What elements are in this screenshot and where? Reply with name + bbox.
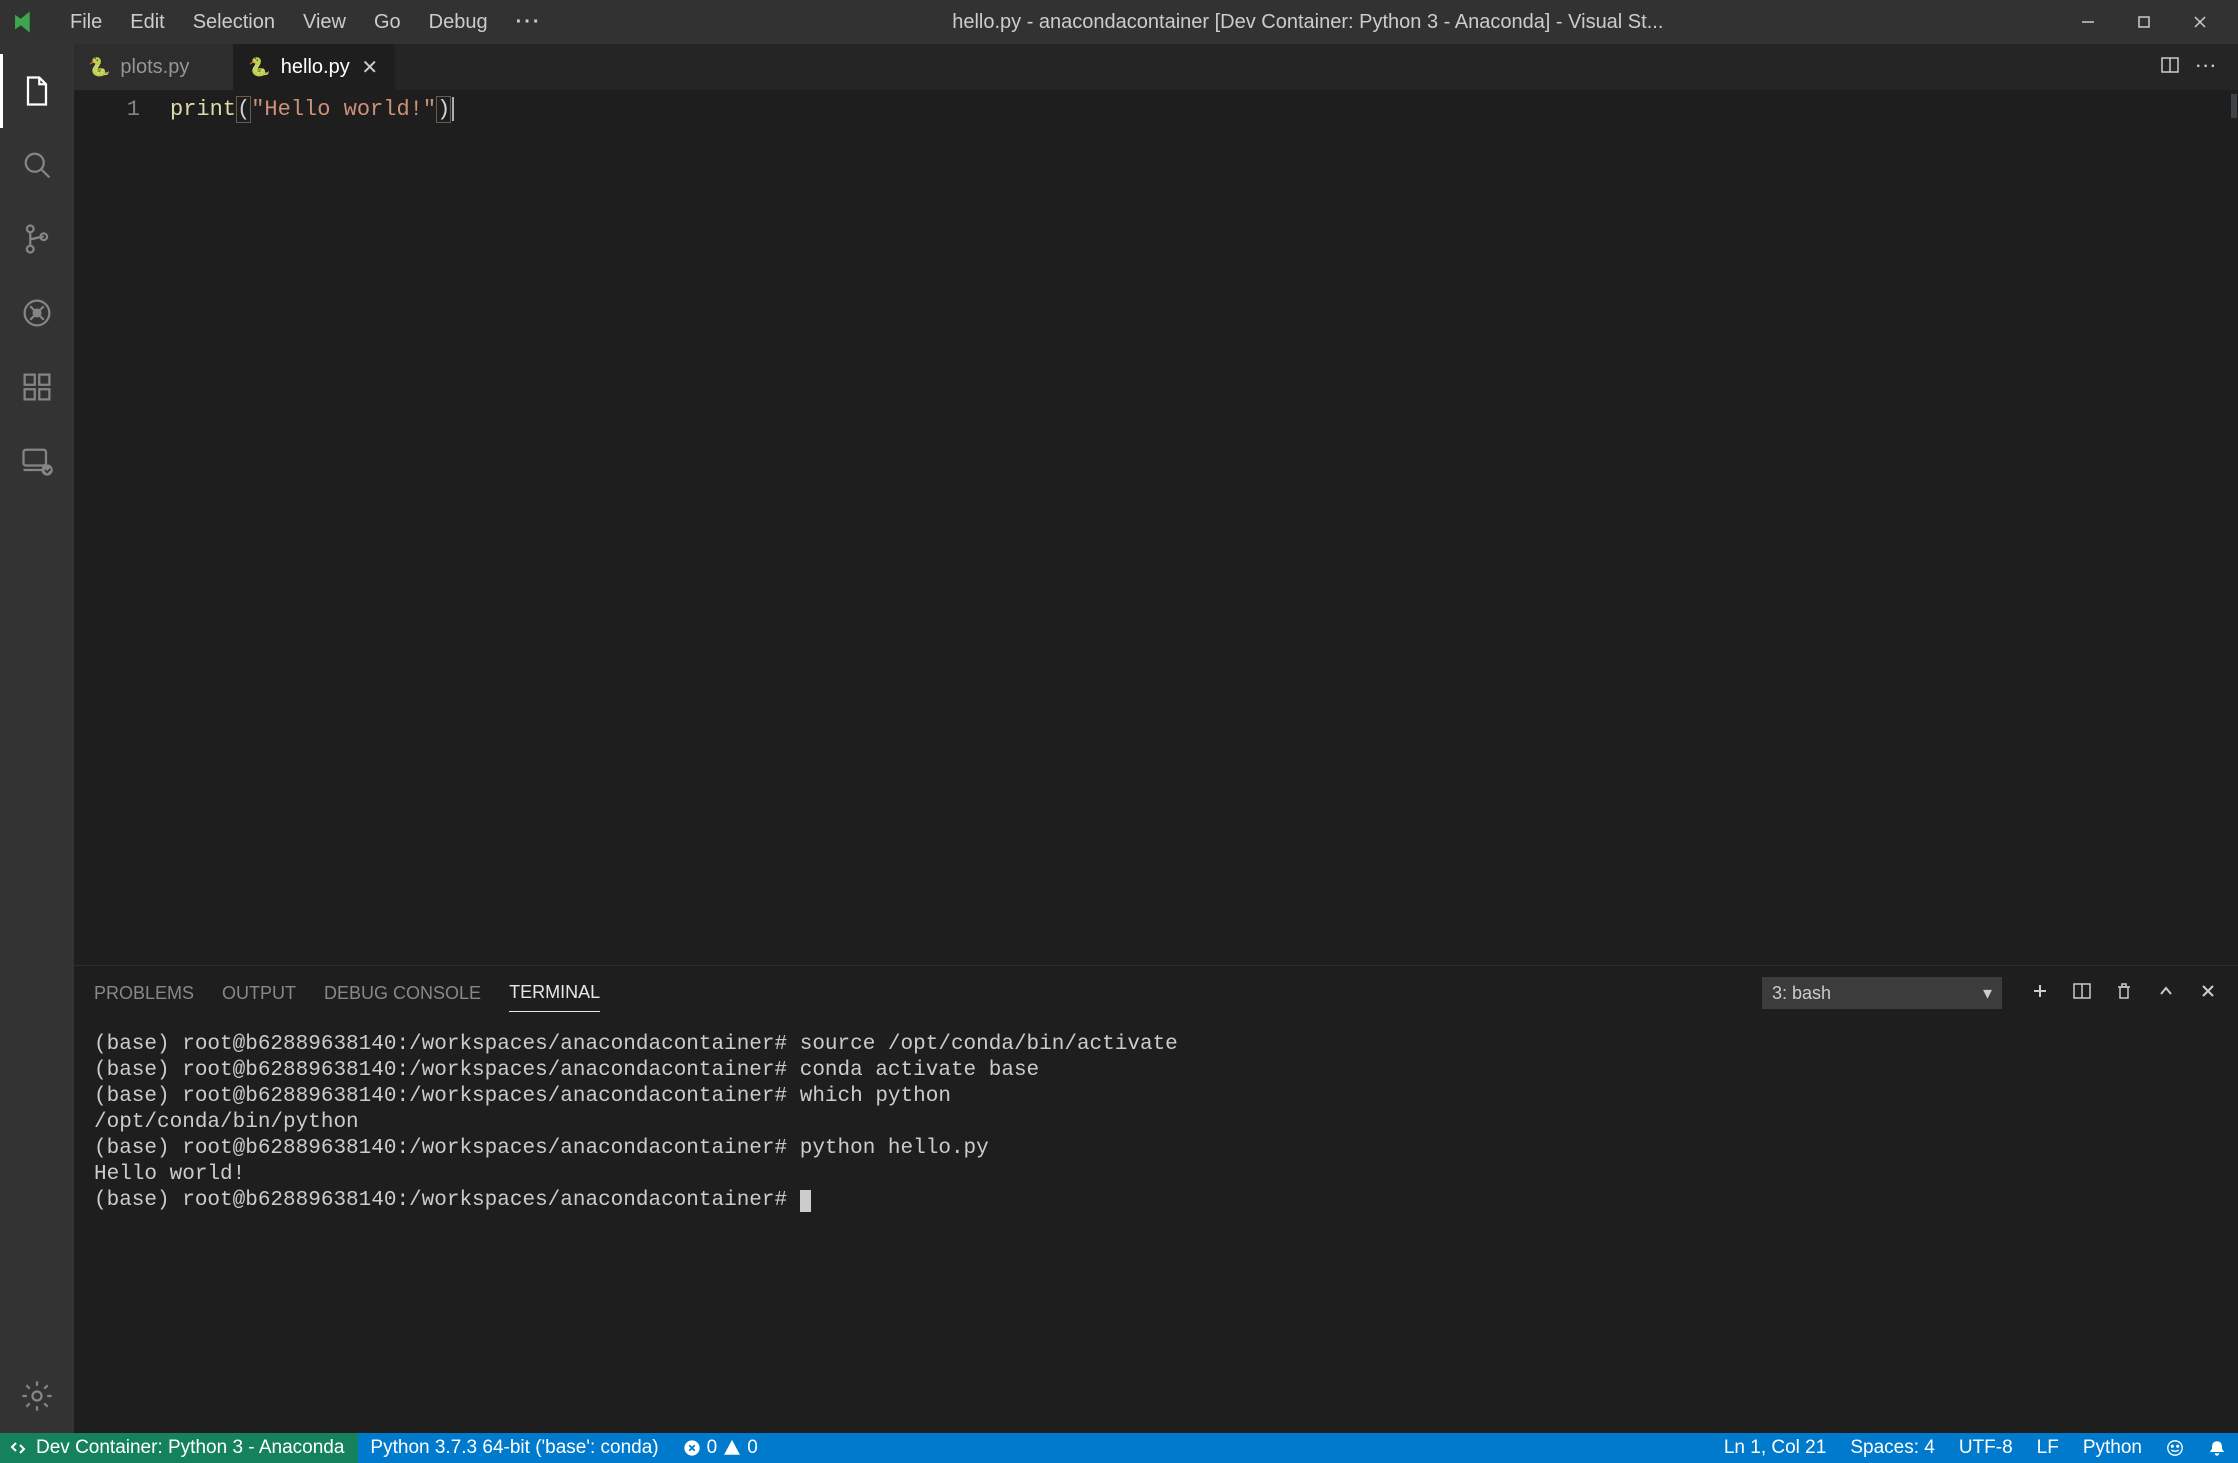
- line-number-gutter: 1: [74, 90, 170, 965]
- status-python-interpreter[interactable]: Python 3.7.3 64-bit ('base': conda): [358, 1433, 670, 1463]
- status-language-mode[interactable]: Python: [2071, 1433, 2154, 1463]
- menu-debug[interactable]: Debug: [415, 5, 502, 40]
- python-file-icon: 🐍: [248, 57, 270, 78]
- menu-go[interactable]: Go: [360, 5, 415, 40]
- menu-edit[interactable]: Edit: [116, 5, 178, 40]
- more-actions-icon[interactable]: ···: [2196, 58, 2218, 76]
- split-editor-icon[interactable]: [2160, 55, 2180, 80]
- code-editor[interactable]: 1 print("Hello world!"): [74, 90, 2238, 965]
- status-remote-label: Dev Container: Python 3 - Anaconda: [36, 1437, 344, 1459]
- menu-selection[interactable]: Selection: [179, 5, 289, 40]
- close-panel-icon[interactable]: [2198, 981, 2218, 1006]
- panel-tab-output[interactable]: OUTPUT: [222, 975, 296, 1012]
- token-open-paren: (: [236, 96, 251, 123]
- status-problems[interactable]: 0 0: [671, 1433, 770, 1463]
- activity-source-control[interactable]: [0, 202, 74, 276]
- tab-label: hello.py: [281, 56, 350, 79]
- panel-tab-problems[interactable]: PROBLEMS: [94, 975, 194, 1012]
- split-terminal-icon[interactable]: [2072, 981, 2092, 1006]
- status-encoding[interactable]: UTF-8: [1947, 1433, 2025, 1463]
- status-remote-indicator[interactable]: Dev Container: Python 3 - Anaconda: [0, 1433, 358, 1463]
- token-string: "Hello world!": [251, 97, 436, 122]
- overview-ruler-marker: [2231, 94, 2237, 118]
- title-bar: File Edit Selection View Go Debug ··· he…: [0, 0, 2238, 44]
- warning-count: 0: [747, 1437, 758, 1459]
- activity-remote-explorer[interactable]: [0, 424, 74, 498]
- editor-tabs: 🐍 plots.py ✕ 🐍 hello.py ✕ ···: [74, 44, 2238, 90]
- status-bar: Dev Container: Python 3 - Anaconda Pytho…: [0, 1433, 2238, 1463]
- tab-plots-py[interactable]: 🐍 plots.py ✕: [74, 44, 234, 90]
- line-number: 1: [74, 94, 140, 126]
- tab-close-button[interactable]: ✕: [360, 55, 380, 80]
- status-cursor-position[interactable]: Ln 1, Col 21: [1712, 1433, 1838, 1463]
- tab-label: plots.py: [120, 56, 189, 79]
- vscode-logo-icon: [10, 8, 38, 36]
- panel-tab-terminal[interactable]: TERMINAL: [509, 974, 600, 1012]
- chevron-down-icon: ▾: [1983, 983, 1992, 1004]
- terminal-selector-value: 3: bash: [1772, 983, 1831, 1004]
- code-content[interactable]: print("Hello world!"): [170, 90, 2238, 965]
- activity-extensions[interactable]: [0, 350, 74, 424]
- token-close-paren: ): [436, 96, 451, 123]
- tab-hello-py[interactable]: 🐍 hello.py ✕: [234, 44, 394, 90]
- menu-view[interactable]: View: [289, 5, 360, 40]
- token-function: print: [170, 97, 236, 122]
- editor-cursor: [452, 97, 454, 121]
- window-maximize-button[interactable]: [2116, 0, 2172, 44]
- window-minimize-button[interactable]: [2060, 0, 2116, 44]
- python-file-icon: 🐍: [88, 57, 110, 78]
- activity-debug[interactable]: [0, 276, 74, 350]
- activity-search[interactable]: [0, 128, 74, 202]
- menu-file[interactable]: File: [56, 5, 116, 40]
- activity-bar: [0, 44, 74, 1433]
- maximize-panel-icon[interactable]: [2156, 981, 2176, 1006]
- status-indentation[interactable]: Spaces: 4: [1838, 1433, 1947, 1463]
- window-controls: [2060, 0, 2228, 44]
- bottom-panel: PROBLEMS OUTPUT DEBUG CONSOLE TERMINAL 3…: [74, 965, 2238, 1433]
- kill-terminal-icon[interactable]: [2114, 981, 2134, 1006]
- status-feedback-icon[interactable]: [2154, 1433, 2196, 1463]
- terminal-cursor: [800, 1190, 811, 1212]
- panel-tab-debug-console[interactable]: DEBUG CONSOLE: [324, 975, 481, 1012]
- activity-explorer[interactable]: [0, 54, 74, 128]
- window-title: hello.py - anacondacontainer [Dev Contai…: [556, 11, 2060, 34]
- new-terminal-icon[interactable]: [2030, 981, 2050, 1006]
- terminal-selector-dropdown[interactable]: 3: bash ▾: [1762, 977, 2002, 1009]
- menu-bar: File Edit Selection View Go Debug ···: [56, 5, 556, 40]
- status-eol[interactable]: LF: [2025, 1433, 2071, 1463]
- window-close-button[interactable]: [2172, 0, 2228, 44]
- activity-settings-gear[interactable]: [0, 1359, 74, 1433]
- error-count: 0: [707, 1437, 718, 1459]
- status-notifications-icon[interactable]: [2196, 1433, 2238, 1463]
- terminal-output[interactable]: (base) root@b62889638140:/workspaces/ana…: [74, 1012, 2238, 1433]
- menu-overflow[interactable]: ···: [502, 5, 556, 40]
